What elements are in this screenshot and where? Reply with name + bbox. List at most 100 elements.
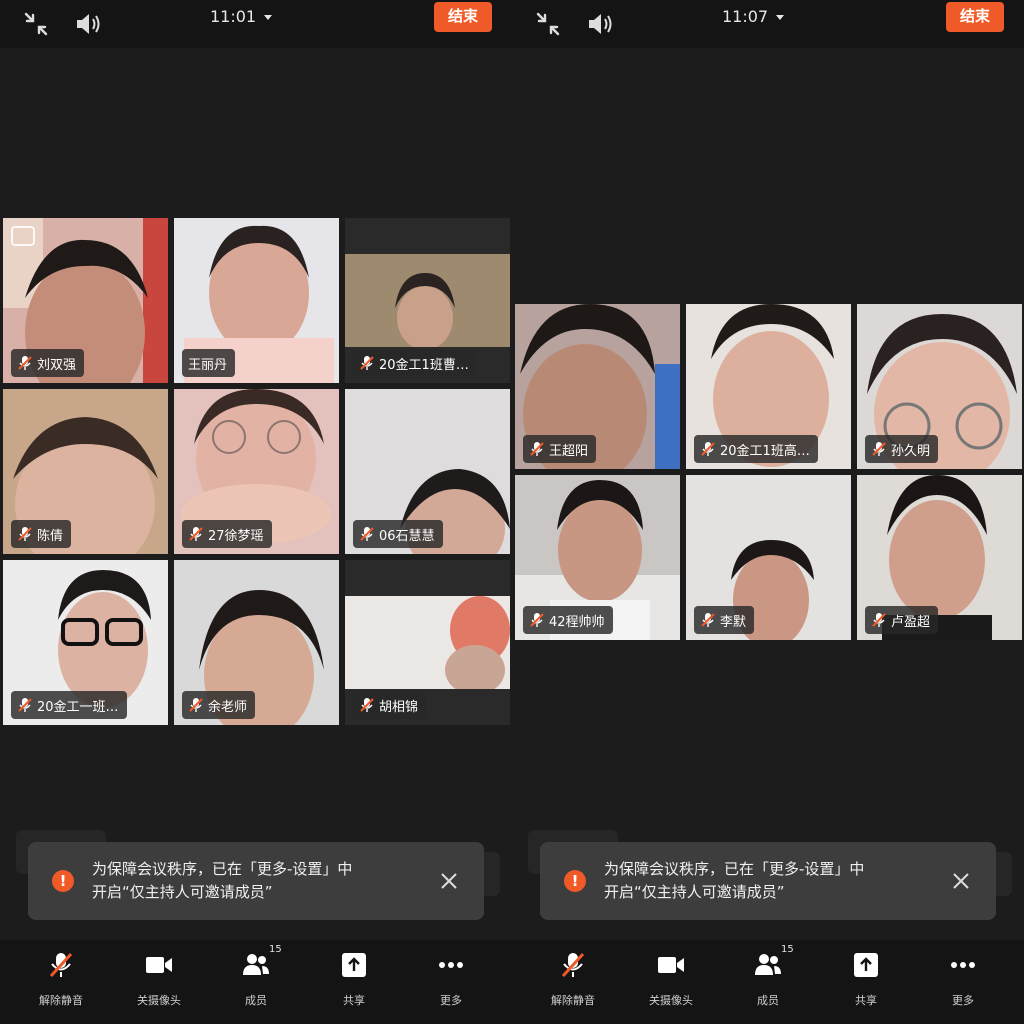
meeting-time[interactable]: 11:07 [722, 6, 822, 28]
participant-name: 卢盈超 [891, 614, 931, 630]
meeting-screen-left: 11:01 结束 刘双强 王丽丹 20金工1班曹… 陈倩 27徐梦瑶 06石慧慧… [0, 0, 512, 1024]
camera-off-button[interactable]: 关摄像头 [631, 950, 711, 1016]
mic-muted-icon [561, 952, 585, 978]
participant-name: 刘双强 [37, 357, 77, 373]
close-icon[interactable] [438, 870, 460, 892]
participant-name: 20金工一班… [37, 699, 119, 715]
participant-nametag: 孙久明 [865, 435, 939, 463]
participant-nametag: 李默 [694, 606, 755, 634]
video-tile[interactable]: 06石慧慧 [345, 389, 510, 554]
video-tile[interactable]: 余老师 [174, 560, 339, 725]
participant-name: 20金工1班高… [720, 443, 810, 459]
exit-fullscreen-icon[interactable] [530, 6, 566, 42]
participant-nametag: 42程帅帅 [523, 606, 613, 634]
mic-muted-icon [872, 442, 886, 456]
chevron-down-icon [776, 14, 785, 20]
participant-nametag: 06石慧慧 [353, 520, 443, 548]
mic-muted-icon [701, 613, 715, 627]
video-tile[interactable]: 20金工1班曹… [345, 218, 510, 383]
member-count-badge: 15 [781, 944, 794, 955]
mic-muted-icon [360, 698, 374, 712]
speaker-icon[interactable] [70, 6, 106, 42]
members-button[interactable]: 15 成员 [728, 944, 808, 1016]
mic-muted-icon [360, 527, 374, 541]
share-button[interactable]: 共享 [826, 950, 906, 1016]
camera-off-button[interactable]: 关摄像头 [119, 950, 199, 1016]
participant-name: 王丽丹 [188, 357, 228, 373]
speaker-icon[interactable] [582, 6, 618, 42]
video-tile[interactable]: 刘双强 [3, 218, 168, 383]
video-tile[interactable]: 孙久明 [857, 304, 1022, 469]
participant-name: 42程帅帅 [549, 614, 605, 630]
participant-name: 孙久明 [891, 443, 931, 459]
more-button[interactable]: 更多 [923, 950, 1003, 1016]
end-meeting-button[interactable]: 结束 [434, 2, 492, 32]
video-tile[interactable]: 42程帅帅 [515, 475, 680, 640]
camera-switch-icon[interactable] [11, 226, 35, 246]
video-tile[interactable]: 20金工一班… [3, 560, 168, 725]
bottom-toolbar: 解除静音 关摄像头 15 成员 共享 更多 [512, 940, 1024, 1024]
participant-name: 胡相锦 [379, 699, 419, 715]
video-tile[interactable]: 卢盈超 [857, 475, 1022, 640]
participant-nametag: 27徐梦瑶 [182, 520, 272, 548]
mic-muted-icon [701, 442, 715, 456]
share-label: 共享 [855, 994, 877, 1007]
video-tile[interactable]: 陈倩 [3, 389, 168, 554]
video-tile[interactable]: 王超阳 [515, 304, 680, 469]
bottom-toolbar: 解除静音 关摄像头 15 成员 共享 更多 [0, 940, 512, 1024]
participant-name: 余老师 [208, 699, 248, 715]
toast-message: 为保障会议秩序，已在「更多-设置」中 开启“仅主持人可邀请成员” [92, 858, 422, 904]
participant-name: 陈倩 [37, 528, 64, 544]
participant-name: 王超阳 [549, 443, 589, 459]
exit-fullscreen-icon[interactable] [18, 6, 54, 42]
video-tile[interactable]: 胡相锦 [345, 560, 510, 725]
members-label: 成员 [757, 994, 779, 1007]
unmute-label: 解除静音 [551, 994, 595, 1007]
participant-nametag: 20金工1班高… [694, 435, 818, 463]
warning-icon: ! [564, 870, 586, 892]
camera-label: 关摄像头 [137, 994, 181, 1007]
toast-line-2: 开启“仅主持人可邀请成员” [92, 883, 273, 901]
participant-nametag: 陈倩 [11, 520, 72, 548]
members-icon [243, 954, 269, 975]
more-icon [439, 962, 463, 968]
end-meeting-button[interactable]: 结束 [946, 2, 1004, 32]
toast-line-1: 为保障会议秩序，已在「更多-设置」中 [604, 860, 865, 878]
mic-muted-icon [189, 698, 203, 712]
notice-toast: ! 为保障会议秩序，已在「更多-设置」中 开启“仅主持人可邀请成员” [540, 842, 996, 920]
video-tile[interactable]: 李默 [686, 475, 851, 640]
toast-message: 为保障会议秩序，已在「更多-设置」中 开启“仅主持人可邀请成员” [604, 858, 934, 904]
participant-nametag: 卢盈超 [865, 606, 939, 634]
participant-nametag: 王丽丹 [182, 349, 236, 377]
video-tile-active-speaker[interactable]: 王丽丹 [174, 218, 339, 383]
mic-muted-icon [18, 356, 32, 370]
mic-muted-icon [360, 356, 374, 370]
mic-muted-icon [530, 442, 544, 456]
mic-muted-icon [49, 952, 73, 978]
share-button[interactable]: 共享 [314, 950, 394, 1016]
participant-nametag: 王超阳 [523, 435, 597, 463]
participant-nametag: 20金工一班… [11, 691, 127, 719]
top-bar: 11:01 结束 [0, 0, 512, 48]
video-tile[interactable]: 20金工1班高… [686, 304, 851, 469]
time-text: 11:07 [722, 7, 769, 26]
unmute-button[interactable]: 解除静音 [21, 950, 101, 1016]
participant-nametag: 刘双强 [11, 349, 85, 377]
close-icon[interactable] [950, 870, 972, 892]
members-icon [755, 954, 781, 975]
mic-muted-icon [18, 698, 32, 712]
member-count-badge: 15 [269, 944, 282, 955]
mic-muted-icon [18, 527, 32, 541]
more-button[interactable]: 更多 [411, 950, 491, 1016]
mic-muted-icon [189, 527, 203, 541]
more-label: 更多 [440, 994, 462, 1007]
meeting-time[interactable]: 11:01 [210, 6, 310, 28]
toast-line-1: 为保障会议秩序，已在「更多-设置」中 [92, 860, 353, 878]
more-label: 更多 [952, 994, 974, 1007]
participant-name: 李默 [720, 614, 747, 630]
share-icon [854, 953, 878, 977]
unmute-button[interactable]: 解除静音 [533, 950, 613, 1016]
meeting-screen-right: 11:07 结束 王超阳 20金工1班高… 孙久明 42程帅帅 李默 卢盈超 !… [512, 0, 1024, 1024]
members-button[interactable]: 15 成员 [216, 944, 296, 1016]
video-tile[interactable]: 27徐梦瑶 [174, 389, 339, 554]
